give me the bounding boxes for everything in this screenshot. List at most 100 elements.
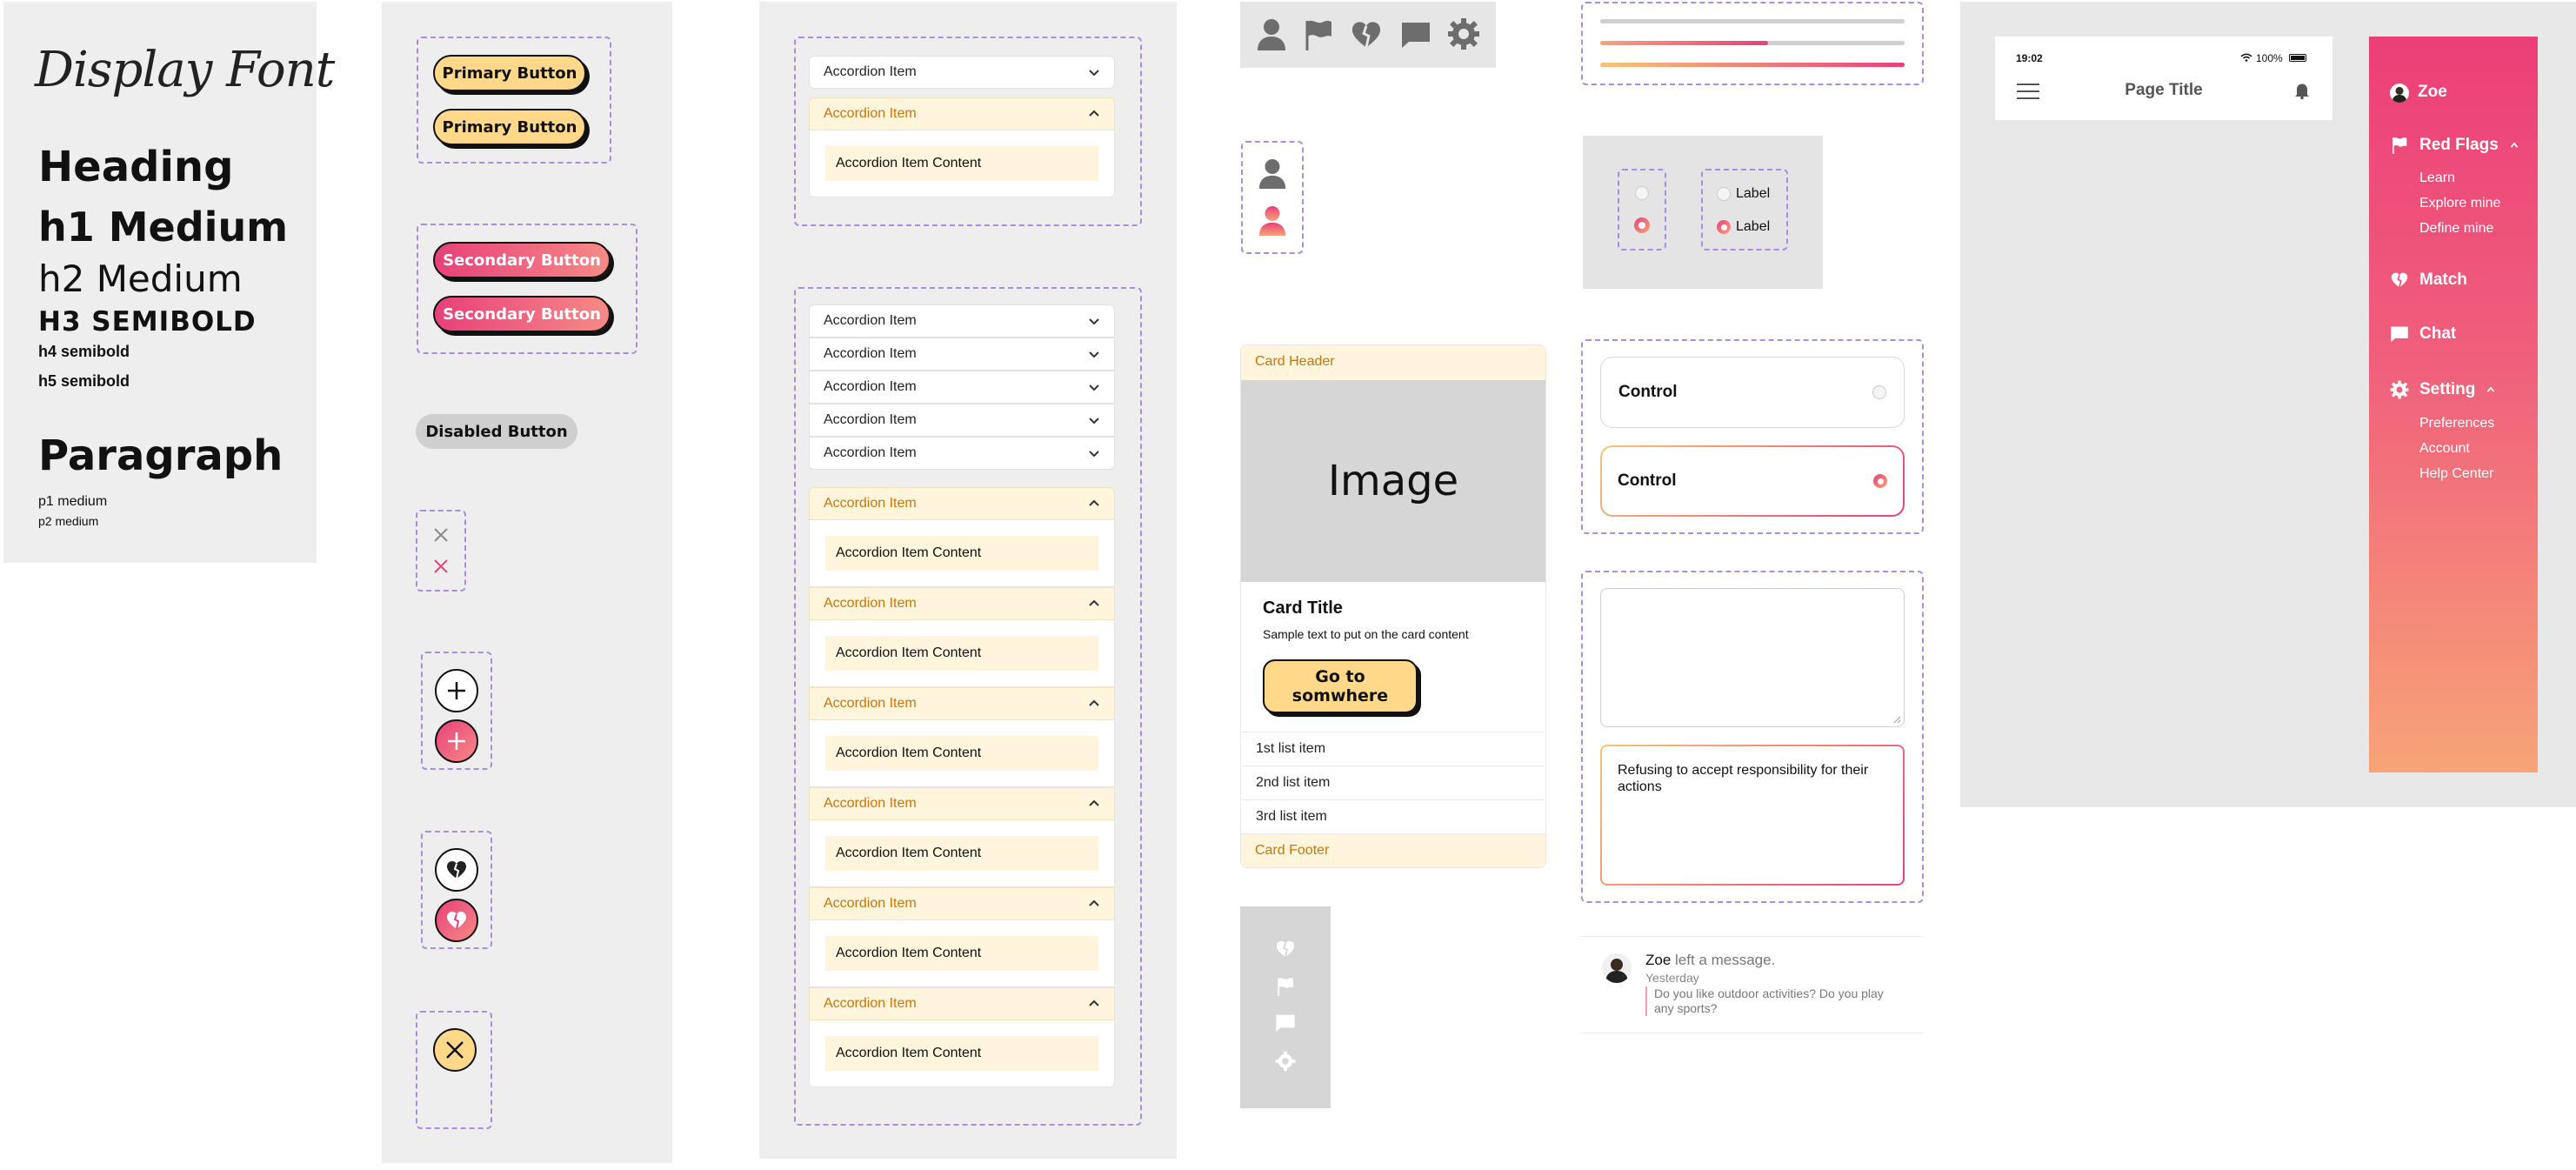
accordion-item-body: Accordion Item Content (809, 820, 1115, 887)
textarea-empty[interactable] (1600, 588, 1905, 727)
card-image-placeholder: Image (1327, 457, 1459, 505)
accordion-item-open[interactable]: Accordion Item (809, 97, 1115, 130)
accordion-item-open[interactable]: Accordion Item (809, 887, 1115, 920)
h2-sample: h2 Medium (38, 257, 243, 300)
accordion-item-label: Accordion Item (824, 379, 917, 394)
heart-icon (447, 861, 466, 879)
accordion-2: Accordion Item Accordion Item Accordion … (809, 304, 1115, 1087)
textarea-value: Refusing to accept responsibility for th… (1602, 746, 1903, 884)
match-button-active[interactable] (435, 899, 478, 942)
accordion-item-open[interactable]: Accordion Item (809, 987, 1115, 1020)
sidebar-item-label: Setting (2419, 380, 2476, 398)
accordion-item-label: Accordion Item (824, 796, 917, 811)
sidebar-item-setting[interactable]: Setting (2390, 380, 2496, 399)
chevron-up-icon (1089, 599, 1099, 606)
h5-sample: h5 semibold (38, 372, 130, 390)
user-icon[interactable] (1256, 17, 1287, 52)
sidebar-item-match[interactable]: Match (2390, 271, 2467, 290)
list-item[interactable]: 2nd list item (1242, 766, 1545, 799)
user-icon-active (1258, 204, 1287, 238)
accordion-item-label: Accordion Item (824, 313, 917, 328)
resize-handle-icon[interactable] (1892, 715, 1901, 724)
accordion-item[interactable]: Accordion Item (809, 304, 1115, 338)
sidebar-subitem-define-mine[interactable]: Define mine (2419, 221, 2493, 237)
sidebar-subitem-learn[interactable]: Learn (2419, 170, 2455, 186)
card-action-button[interactable]: Go to somwhere (1263, 659, 1418, 713)
card-footer: Card Footer (1241, 833, 1545, 867)
dismiss-button[interactable] (433, 1028, 477, 1072)
sidebar-user-name[interactable]: Zoe (2418, 83, 2447, 102)
accordion-item[interactable]: Accordion Item (809, 404, 1115, 437)
add-button[interactable] (435, 669, 478, 712)
card-image: Image (1241, 380, 1545, 582)
close-icon[interactable] (431, 557, 450, 576)
accordion-item-content: Accordion Item Content (825, 936, 1098, 971)
heart-icon (2391, 272, 2408, 288)
chevron-up-icon (1089, 899, 1099, 906)
primary-button-pressed[interactable]: Primary Button (433, 109, 586, 145)
list-item[interactable]: 1st list item (1242, 732, 1545, 765)
accordion-item-open[interactable]: Accordion Item (809, 787, 1115, 820)
radio-label: Label (1736, 219, 1771, 234)
textarea-filled[interactable]: Refusing to accept responsibility for th… (1600, 745, 1905, 886)
heart-icon[interactable] (1275, 939, 1296, 959)
add-button-active[interactable] (435, 719, 478, 763)
match-button[interactable] (435, 848, 478, 892)
primary-button[interactable]: Primary Button (433, 55, 586, 91)
accordion-item-open[interactable]: Accordion Item (809, 487, 1115, 520)
menu-icon[interactable] (2016, 83, 2040, 100)
status-time: 19:02 (2016, 52, 2043, 64)
radio-option[interactable]: Label (1717, 219, 1770, 235)
flag-icon[interactable] (1275, 976, 1296, 997)
accordion-item[interactable]: Accordion Item (809, 56, 1115, 89)
sidebar-item-chat[interactable]: Chat (2390, 324, 2456, 344)
bell-icon[interactable] (2294, 82, 2310, 99)
notification-header: Zoe left a message. (1645, 952, 1775, 969)
gear-icon[interactable] (1275, 1051, 1296, 1072)
heart-icon[interactable] (1350, 19, 1383, 50)
chevron-up-icon (1089, 799, 1099, 806)
gear-icon (2390, 380, 2409, 399)
radio-unchecked[interactable] (1635, 186, 1649, 200)
accordion-item-open[interactable]: Accordion Item (809, 587, 1115, 620)
sidebar-subitem-account[interactable]: Account (2419, 441, 2470, 457)
control-option[interactable]: Control (1600, 357, 1905, 428)
user-icon (1258, 157, 1287, 191)
list-item[interactable]: 3rd list item (1242, 799, 1545, 832)
radio-labels-group (1701, 169, 1788, 251)
accordion-item[interactable]: Accordion Item (809, 371, 1115, 404)
chat-icon[interactable] (1400, 19, 1431, 50)
sidebar-subitem-help-center[interactable]: Help Center (2419, 466, 2493, 482)
chat-icon[interactable] (1275, 1013, 1296, 1033)
accordion-item[interactable]: Accordion Item (809, 338, 1115, 371)
radio-option[interactable]: Label (1717, 186, 1770, 202)
secondary-button-pressed[interactable]: Secondary Button (433, 296, 611, 332)
secondary-button[interactable]: Secondary Button (433, 242, 611, 278)
accordion-item[interactable]: Accordion Item (809, 437, 1115, 470)
accordion-item-body: Accordion Item Content (809, 520, 1115, 587)
control-option-selected[interactable]: Control (1600, 445, 1905, 517)
chevron-down-icon (1089, 318, 1099, 325)
radio-checked[interactable] (1634, 217, 1650, 233)
mini-icon-strip (1240, 906, 1331, 1108)
gear-icon[interactable] (1447, 17, 1480, 50)
heading-sample: Heading (38, 143, 234, 191)
radio-label: Label (1736, 186, 1771, 201)
phone-header (1995, 37, 2332, 120)
sidebar-subitem-preferences[interactable]: Preferences (2419, 416, 2494, 431)
notification-item[interactable] (1581, 936, 1924, 1033)
accordion-item-label: Accordion Item (824, 346, 917, 361)
flag-icon[interactable] (1303, 17, 1334, 52)
accordion-item-label: Accordion Item (824, 696, 917, 711)
card-text: Sample text to put on the card content (1263, 627, 1469, 641)
accordion-item-label: Accordion Item (824, 412, 917, 427)
p1-sample: p1 medium (38, 494, 108, 509)
close-icon[interactable] (431, 525, 450, 545)
sidebar-subitem-explore-mine[interactable]: Explore mine (2419, 196, 2500, 211)
sidebar-item-red-flags[interactable]: Red Flags (2390, 136, 2519, 155)
radio-checked (1873, 474, 1887, 488)
chevron-up-icon (1089, 110, 1099, 117)
accordion-item-body: Accordion Item Content (809, 620, 1115, 687)
accordion-item-open[interactable]: Accordion Item (809, 687, 1115, 720)
progress-bar (1600, 41, 1905, 45)
